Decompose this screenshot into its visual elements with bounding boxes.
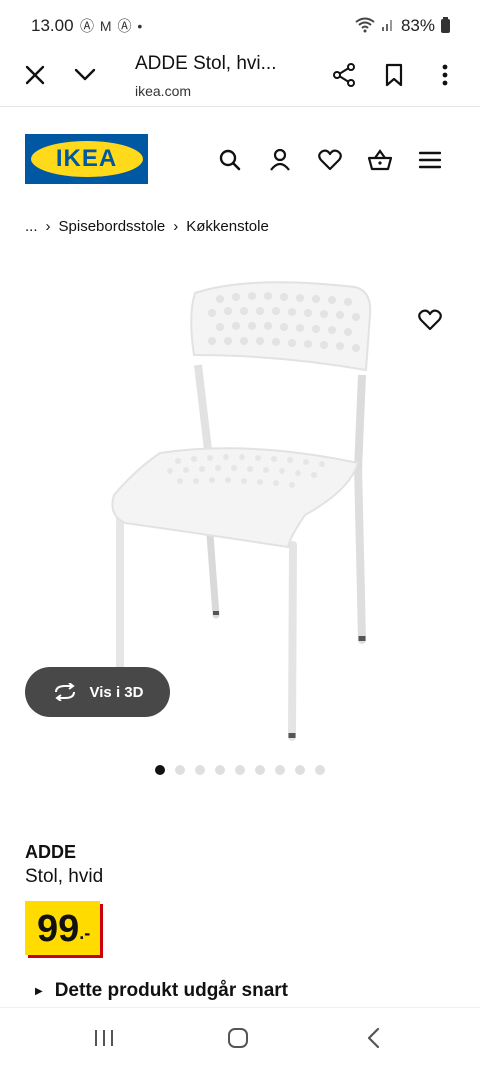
carousel-dot[interactable] — [195, 765, 205, 775]
close-icon — [25, 65, 45, 85]
carousel-indicator — [155, 765, 325, 775]
page-title: ADDE Stol, hvi... — [135, 53, 277, 74]
more-vertical-icon — [442, 64, 448, 86]
basket-button[interactable] — [364, 144, 396, 176]
recent-apps-icon — [95, 1030, 113, 1046]
rotate-3d-icon — [54, 683, 75, 701]
page-url[interactable]: ikea.com — [135, 83, 191, 99]
product-name: ADDE — [25, 842, 77, 862]
discontinued-text: Dette produkt udgår snart — [54, 980, 289, 1001]
carousel-dot[interactable] — [155, 765, 165, 775]
carousel-dot[interactable] — [255, 765, 265, 775]
search-button[interactable] — [214, 144, 246, 176]
breadcrumb-ellipsis[interactable]: ... — [25, 218, 38, 235]
caret-right-icon: ▶ — [35, 985, 43, 997]
wifi-icon — [355, 17, 375, 36]
recent-apps-button[interactable] — [88, 1022, 120, 1054]
back-icon — [367, 1027, 380, 1049]
battery-percentage: 83% — [400, 16, 435, 35]
status-time: 13.00 — [31, 16, 74, 35]
signal-icon — [381, 16, 395, 36]
price-suffix: .- — [79, 923, 91, 943]
view-3d-label: Vis i 3D — [89, 683, 144, 701]
home-button[interactable] — [222, 1022, 254, 1054]
status-right: 83% — [355, 16, 450, 36]
basket-icon — [367, 149, 393, 171]
share-icon — [333, 63, 355, 87]
carousel-dot[interactable] — [215, 765, 225, 775]
carousel-dot[interactable] — [235, 765, 245, 775]
back-button[interactable] — [358, 1022, 390, 1054]
breadcrumb: ... › Spisebordsstole › Køkkenstole — [25, 218, 269, 235]
carousel-dot[interactable] — [295, 765, 305, 775]
bookmark-icon — [385, 63, 403, 87]
battery-icon — [441, 17, 450, 33]
heart-icon — [318, 149, 342, 171]
carousel-dot[interactable] — [275, 765, 285, 775]
more-options-button[interactable] — [428, 58, 462, 92]
status-bar: 13.00 Ⓐ M Ⓐ • 83% — [0, 0, 480, 50]
home-icon — [228, 1028, 248, 1048]
logo-oval: IKEA — [30, 141, 143, 177]
logo-text: IKEA — [55, 145, 118, 172]
discontinued-notice[interactable]: ▶ Dette produkt udgår snart — [35, 980, 288, 1002]
carousel-dot[interactable] — [175, 765, 185, 775]
notification-icons: Ⓐ M Ⓐ • — [80, 18, 144, 34]
product-description: Stol, hvid — [25, 866, 104, 887]
price-main: 99 — [37, 908, 80, 950]
close-tab-button[interactable] — [18, 58, 52, 92]
favourites-button[interactable] — [314, 144, 346, 176]
minimize-button[interactable] — [68, 58, 102, 92]
ikea-logo[interactable]: IKEA — [25, 134, 148, 184]
chevron-right-icon: › — [45, 218, 51, 235]
search-icon — [219, 149, 241, 171]
heart-icon — [418, 309, 442, 331]
view-3d-button[interactable]: Vis i 3D — [25, 667, 170, 717]
chevron-down-icon — [74, 68, 96, 81]
share-button[interactable] — [327, 58, 361, 92]
chevron-right-icon: › — [173, 218, 179, 235]
hamburger-icon — [419, 151, 441, 169]
account-button[interactable] — [264, 144, 296, 176]
breadcrumb-item-spisebordsstole[interactable]: Spisebordsstole — [59, 218, 166, 235]
bookmark-button[interactable] — [377, 58, 411, 92]
menu-button[interactable] — [414, 144, 446, 176]
price-tag: 99 .- — [25, 901, 101, 955]
save-favourite-button[interactable] — [414, 304, 446, 336]
user-icon — [270, 148, 290, 171]
carousel-dot[interactable] — [315, 765, 325, 775]
breadcrumb-item-kokkenstole[interactable]: Køkkenstole — [186, 218, 269, 235]
